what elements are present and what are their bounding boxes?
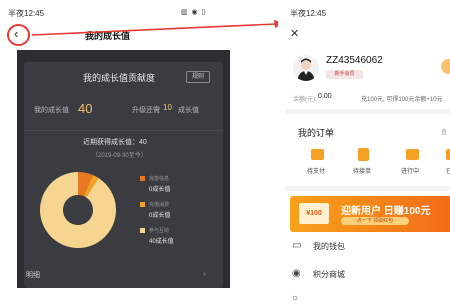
section-divider	[285, 109, 450, 114]
order-tab-pending-accept[interactable]: 待接单	[353, 166, 371, 175]
recent-growth-text: 近期获得成长值：40	[83, 139, 147, 146]
chevron-right-icon[interactable]: ›	[203, 269, 206, 278]
pending-accept-icon[interactable]	[358, 148, 369, 161]
growth-donut-chart	[40, 172, 116, 248]
orders-title: 我的订单	[298, 128, 335, 138]
in-progress-icon[interactable]	[406, 149, 419, 160]
my-growth-label: 我的成长值	[34, 107, 69, 114]
promo-title: 迎新用户 日赚100元	[341, 206, 431, 217]
order-tab-pending-payment[interactable]: 待支付	[307, 166, 325, 175]
order-tab-completed[interactable]: 已	[446, 166, 450, 175]
upgrade-label: 升级还需	[132, 107, 160, 114]
rule-button[interactable]: 规则	[186, 71, 210, 83]
status-time: 半夜12:45	[8, 9, 45, 18]
annotation-arrow	[31, 20, 284, 36]
legend-value-1: 0成长值	[149, 213, 171, 219]
order-tab-in-progress[interactable]: 进行中	[401, 166, 419, 175]
highlight-circle	[7, 24, 30, 46]
vip-badge-icon[interactable]	[441, 59, 450, 74]
pending-payment-icon[interactable]	[311, 149, 324, 160]
completed-icon[interactable]	[446, 149, 450, 160]
balance-value: 0.00	[318, 93, 332, 100]
chevron-left-icon[interactable]: ‹	[14, 26, 18, 42]
orders-more-link[interactable]: 查	[441, 127, 447, 136]
legend-value-2: 40成长值	[149, 239, 174, 245]
upgrade-suffix: 成长值	[178, 107, 199, 114]
legend-value-0: 0成长值	[149, 187, 171, 193]
date-range: （2019-09-30至今）	[92, 153, 147, 159]
detail-link[interactable]: 明细	[26, 270, 40, 280]
my-growth-value: 40	[78, 101, 93, 116]
section-divider	[285, 186, 450, 191]
recharge-offer[interactable]: 充100元, 可得100元余额+10元	[361, 94, 443, 103]
legend-swatch-0	[140, 176, 145, 181]
avatar-person-icon	[297, 58, 315, 81]
points-mall-icon: ◉	[292, 268, 301, 279]
member-badge: 新手会员	[326, 70, 363, 79]
menu-item-points-mall[interactable]: 积分商城	[313, 269, 345, 280]
balance-label: 余额(元):	[293, 97, 317, 103]
username: ZZ43546062	[326, 55, 383, 66]
card-title: 我的成长值贡献度	[83, 73, 156, 83]
menu-item-wallet[interactable]: 我的钱包	[313, 241, 345, 252]
divider	[24, 130, 223, 131]
promo-subtitle[interactable]: 点一下 领取红包	[341, 217, 409, 225]
coupon-badge: ¥100	[299, 203, 329, 224]
upgrade-value: 10	[163, 103, 172, 112]
avatar[interactable]	[293, 55, 319, 81]
legend-swatch-1	[140, 202, 145, 207]
donut-slice-2	[40, 172, 116, 248]
wallet-icon: ▭	[292, 240, 302, 251]
more-icon: ○	[292, 293, 299, 304]
legend-label-1: 充值消费	[149, 202, 170, 208]
status-time-right: 半夜12:45	[290, 9, 327, 18]
close-icon[interactable]: ✕	[290, 27, 299, 40]
status-icons: ▥ ◉ ▯	[181, 9, 207, 16]
legend-label-0: 完善信息	[149, 176, 170, 182]
legend-label-2: 参与互动	[149, 228, 170, 234]
legend-swatch-2	[140, 228, 145, 233]
